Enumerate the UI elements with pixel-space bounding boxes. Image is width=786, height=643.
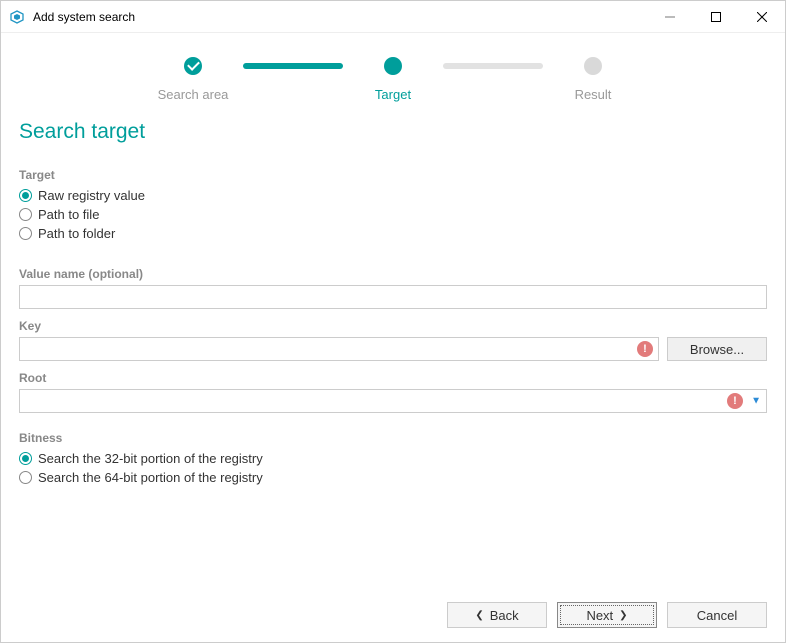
step-result: Result bbox=[543, 57, 643, 102]
target-option-path-folder[interactable]: Path to folder bbox=[19, 226, 767, 241]
titlebar: Add system search bbox=[1, 1, 785, 33]
minimize-button[interactable] bbox=[647, 1, 693, 33]
window-title: Add system search bbox=[33, 10, 647, 24]
maximize-button[interactable] bbox=[693, 1, 739, 33]
chevron-left-icon: ❮ bbox=[475, 610, 483, 621]
footer: ❮Back Next❯ Cancel bbox=[19, 588, 767, 642]
step-connector bbox=[243, 63, 343, 69]
radio-icon bbox=[19, 189, 32, 202]
back-button[interactable]: ❮Back bbox=[447, 602, 547, 628]
bitness-option-64[interactable]: Search the 64-bit portion of the registr… bbox=[19, 470, 767, 485]
radio-icon bbox=[19, 452, 32, 465]
next-button[interactable]: Next❯ bbox=[557, 602, 657, 628]
stepper: Search area Target Result bbox=[19, 57, 767, 102]
check-icon bbox=[184, 57, 202, 75]
key-input[interactable] bbox=[19, 337, 659, 361]
browse-button[interactable]: Browse... bbox=[667, 337, 767, 361]
step-target: Target bbox=[343, 57, 443, 102]
root-select[interactable] bbox=[19, 389, 767, 413]
close-button[interactable] bbox=[739, 1, 785, 33]
step-connector bbox=[443, 63, 543, 69]
bitness-option-32[interactable]: Search the 32-bit portion of the registr… bbox=[19, 451, 767, 466]
target-option-path-file[interactable]: Path to file bbox=[19, 207, 767, 222]
cancel-button[interactable]: Cancel bbox=[667, 602, 767, 628]
app-icon bbox=[9, 9, 25, 25]
root-label: Root bbox=[19, 371, 767, 385]
chevron-right-icon: ❯ bbox=[619, 610, 627, 621]
key-label: Key bbox=[19, 319, 767, 333]
radio-icon bbox=[19, 208, 32, 221]
radio-icon bbox=[19, 227, 32, 240]
value-name-label: Value name (optional) bbox=[19, 267, 767, 281]
value-name-input[interactable] bbox=[19, 285, 767, 309]
target-option-raw-registry[interactable]: Raw registry value bbox=[19, 188, 767, 203]
target-radio-group: Raw registry value Path to file Path to … bbox=[19, 188, 767, 245]
bitness-section-label: Bitness bbox=[19, 431, 767, 445]
bitness-radio-group: Search the 32-bit portion of the registr… bbox=[19, 451, 767, 489]
error-icon: ! bbox=[727, 393, 743, 409]
error-icon: ! bbox=[637, 341, 653, 357]
target-section-label: Target bbox=[19, 168, 767, 182]
radio-icon bbox=[19, 471, 32, 484]
step-search-area: Search area bbox=[143, 57, 243, 102]
page-title: Search target bbox=[19, 120, 767, 144]
